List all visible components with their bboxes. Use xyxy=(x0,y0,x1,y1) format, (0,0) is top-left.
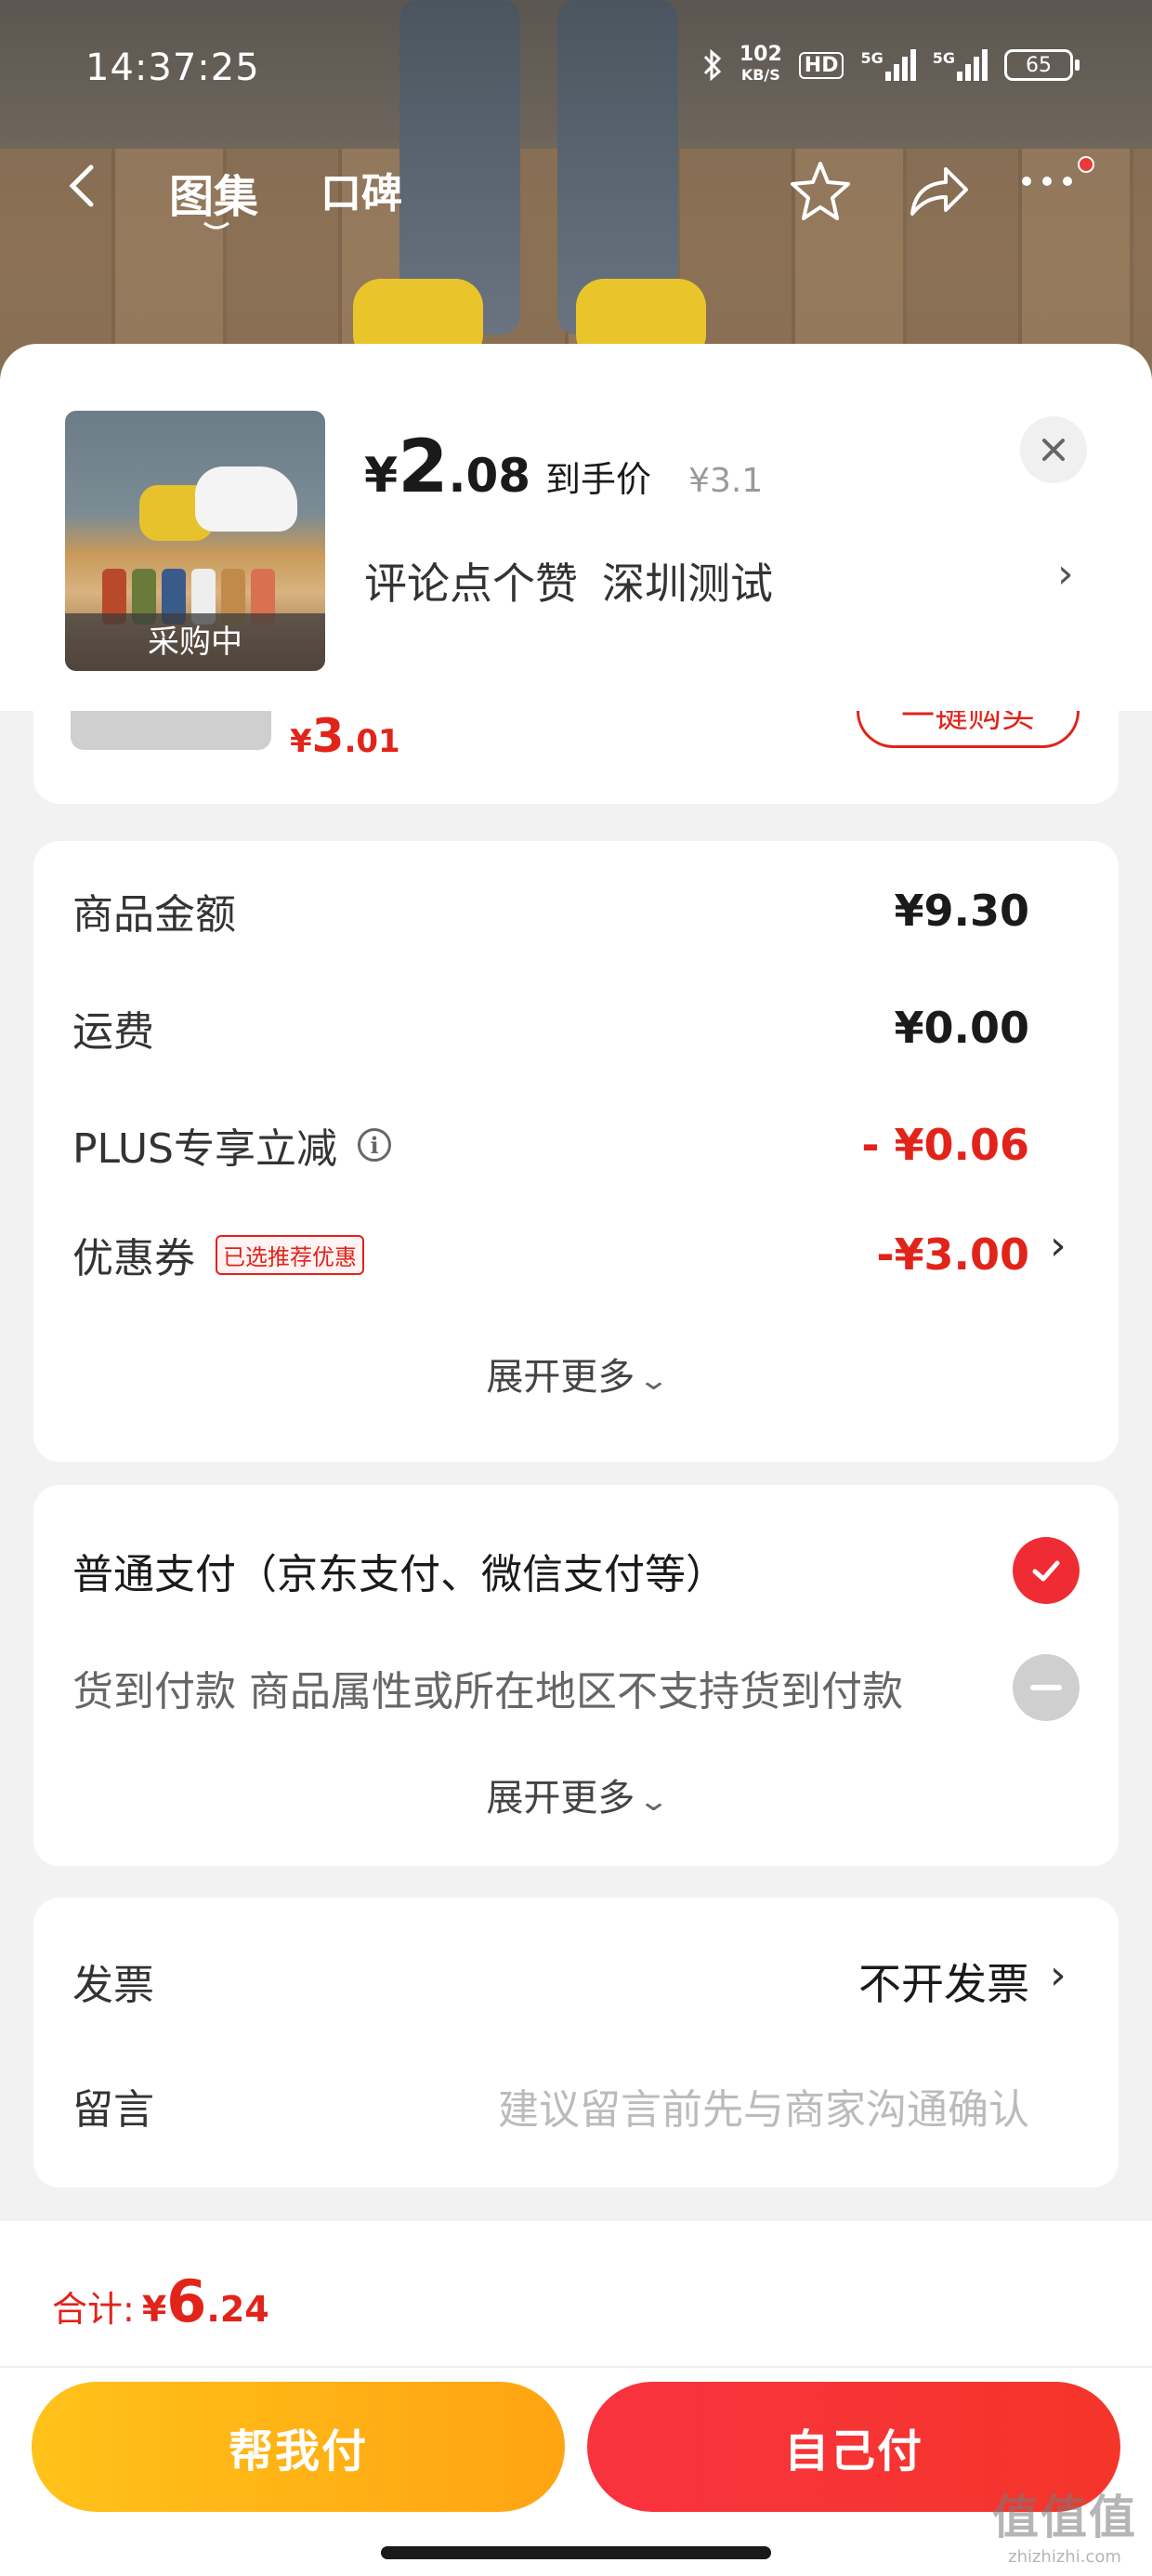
hd-icon: HD xyxy=(798,51,844,79)
top-nav: 图集 口碑 xyxy=(0,139,1152,232)
battery-icon: 65 xyxy=(1004,49,1080,81)
close-button[interactable] xyxy=(1020,416,1087,483)
peek-product-image xyxy=(71,711,271,750)
expand-more-summary[interactable]: 展开更多⌄ xyxy=(33,1347,1119,1400)
buy-now-button[interactable]: 一键购买 xyxy=(857,711,1080,748)
invoice-message-card: 发票 不开发票 › 留言 建议留言前先与商家沟通确认 xyxy=(33,1898,1119,2188)
product-location: 深圳测试 xyxy=(602,559,773,609)
chevron-right-icon[interactable]: › xyxy=(1057,550,1074,598)
net-speed: 102 KB/S xyxy=(739,43,782,85)
status-bar: 14:37:25 102 KB/S HD 5G 5G 65 xyxy=(0,37,1152,102)
notification-dot xyxy=(1078,156,1094,173)
chevron-right-icon[interactable]: › xyxy=(1050,1952,1067,1999)
footer-divider xyxy=(0,2366,1152,2368)
tab-gallery[interactable]: 图集 xyxy=(169,160,258,225)
summary-row-goods: 商品金额 ¥9.30 xyxy=(72,886,1029,939)
total-amount: 合计: ¥ 6 .24 xyxy=(52,2267,269,2335)
tab-reviews[interactable]: 口碑 xyxy=(321,160,402,219)
chevron-down-icon: ⌄ xyxy=(637,1364,671,1397)
info-icon[interactable]: i xyxy=(358,1128,391,1162)
summary-row-coupon[interactable]: 优惠券 已选推荐优惠 -¥3.00 xyxy=(72,1222,1029,1287)
thumb-shoe xyxy=(195,467,297,532)
disabled-icon xyxy=(1013,1654,1080,1721)
back-icon[interactable] xyxy=(56,149,111,223)
product-header: 采购中 ¥ 2 .08 到手价 ¥3.1 评论点个赞 深圳测试 › xyxy=(0,344,1152,711)
help-me-pay-button[interactable]: 帮我付 xyxy=(32,2382,565,2512)
product-thumbnail[interactable]: 采购中 xyxy=(65,411,325,671)
watermark-logo: 值值值 zhizhizhi.com xyxy=(992,2491,1137,2567)
more-icon[interactable] xyxy=(1022,177,1072,186)
summary-row-shipping: 运费 ¥0.00 xyxy=(72,1003,1029,1056)
bluetooth-icon xyxy=(703,48,721,82)
star-icon[interactable] xyxy=(785,156,856,227)
chevron-down-icon: ⌄ xyxy=(637,1785,671,1818)
invoice-row[interactable]: 发票 不开发票 xyxy=(72,1944,1029,2018)
invoice-value: 不开发票 xyxy=(858,1959,1029,2009)
final-price-label: 到手价 xyxy=(545,459,652,500)
share-icon[interactable] xyxy=(903,156,974,227)
product-spec: 评论点个赞 xyxy=(364,559,578,609)
message-row: 留言 建议留言前先与商家沟通确认 xyxy=(72,2069,1029,2143)
summary-row-plus-discount: PLUS专享立减 i - ¥0.06 xyxy=(72,1120,1029,1173)
checkmark-icon[interactable] xyxy=(1013,1537,1080,1604)
home-indicator[interactable] xyxy=(381,2546,771,2559)
final-price: ¥ 2 .08 到手价 ¥3.1 xyxy=(364,426,764,509)
original-price: ¥3.1 xyxy=(688,462,764,500)
expand-more-payment[interactable]: 展开更多⌄ xyxy=(33,1768,1119,1821)
tab-indicator xyxy=(203,221,229,230)
status-icons: 102 KB/S HD 5G 5G 65 xyxy=(702,45,1080,85)
product-item-peek: ¥ 3 .01 一键购买 xyxy=(33,711,1119,804)
signal-icon-2: 5G xyxy=(933,49,988,81)
checkout-footer: 合计: ¥ 6 .24 帮我付 自己付 值值值 zhizhizhi.com xyxy=(0,2221,1152,2576)
signal-icon: 5G xyxy=(860,49,916,81)
payment-option-cod: 货到付款 商品属性或所在地区不支持货到付款 xyxy=(72,1650,1080,1725)
coupon-tag: 已选推荐优惠 xyxy=(216,1234,364,1275)
purchasing-badge: 采购中 xyxy=(65,613,325,671)
chevron-right-icon[interactable]: › xyxy=(1050,1222,1067,1269)
payment-option-normal[interactable]: 普通支付（京东支付、微信支付等） xyxy=(72,1533,1080,1608)
close-icon xyxy=(1042,439,1065,461)
payment-method-card: 普通支付（京东支付、微信支付等） 货到付款 商品属性或所在地区不支持货到付款 展… xyxy=(33,1485,1119,1866)
order-summary-card: 商品金额 ¥9.30 运费 ¥0.00 PLUS专享立减 i - ¥0.06 优… xyxy=(33,841,1119,1462)
message-input[interactable]: 建议留言前先与商家沟通确认 xyxy=(498,2076,1029,2136)
product-spec-selector[interactable]: 评论点个赞 深圳测试 xyxy=(364,550,773,611)
status-time: 14:37:25 xyxy=(85,46,260,89)
peek-price: ¥ 3 .01 xyxy=(290,711,400,763)
